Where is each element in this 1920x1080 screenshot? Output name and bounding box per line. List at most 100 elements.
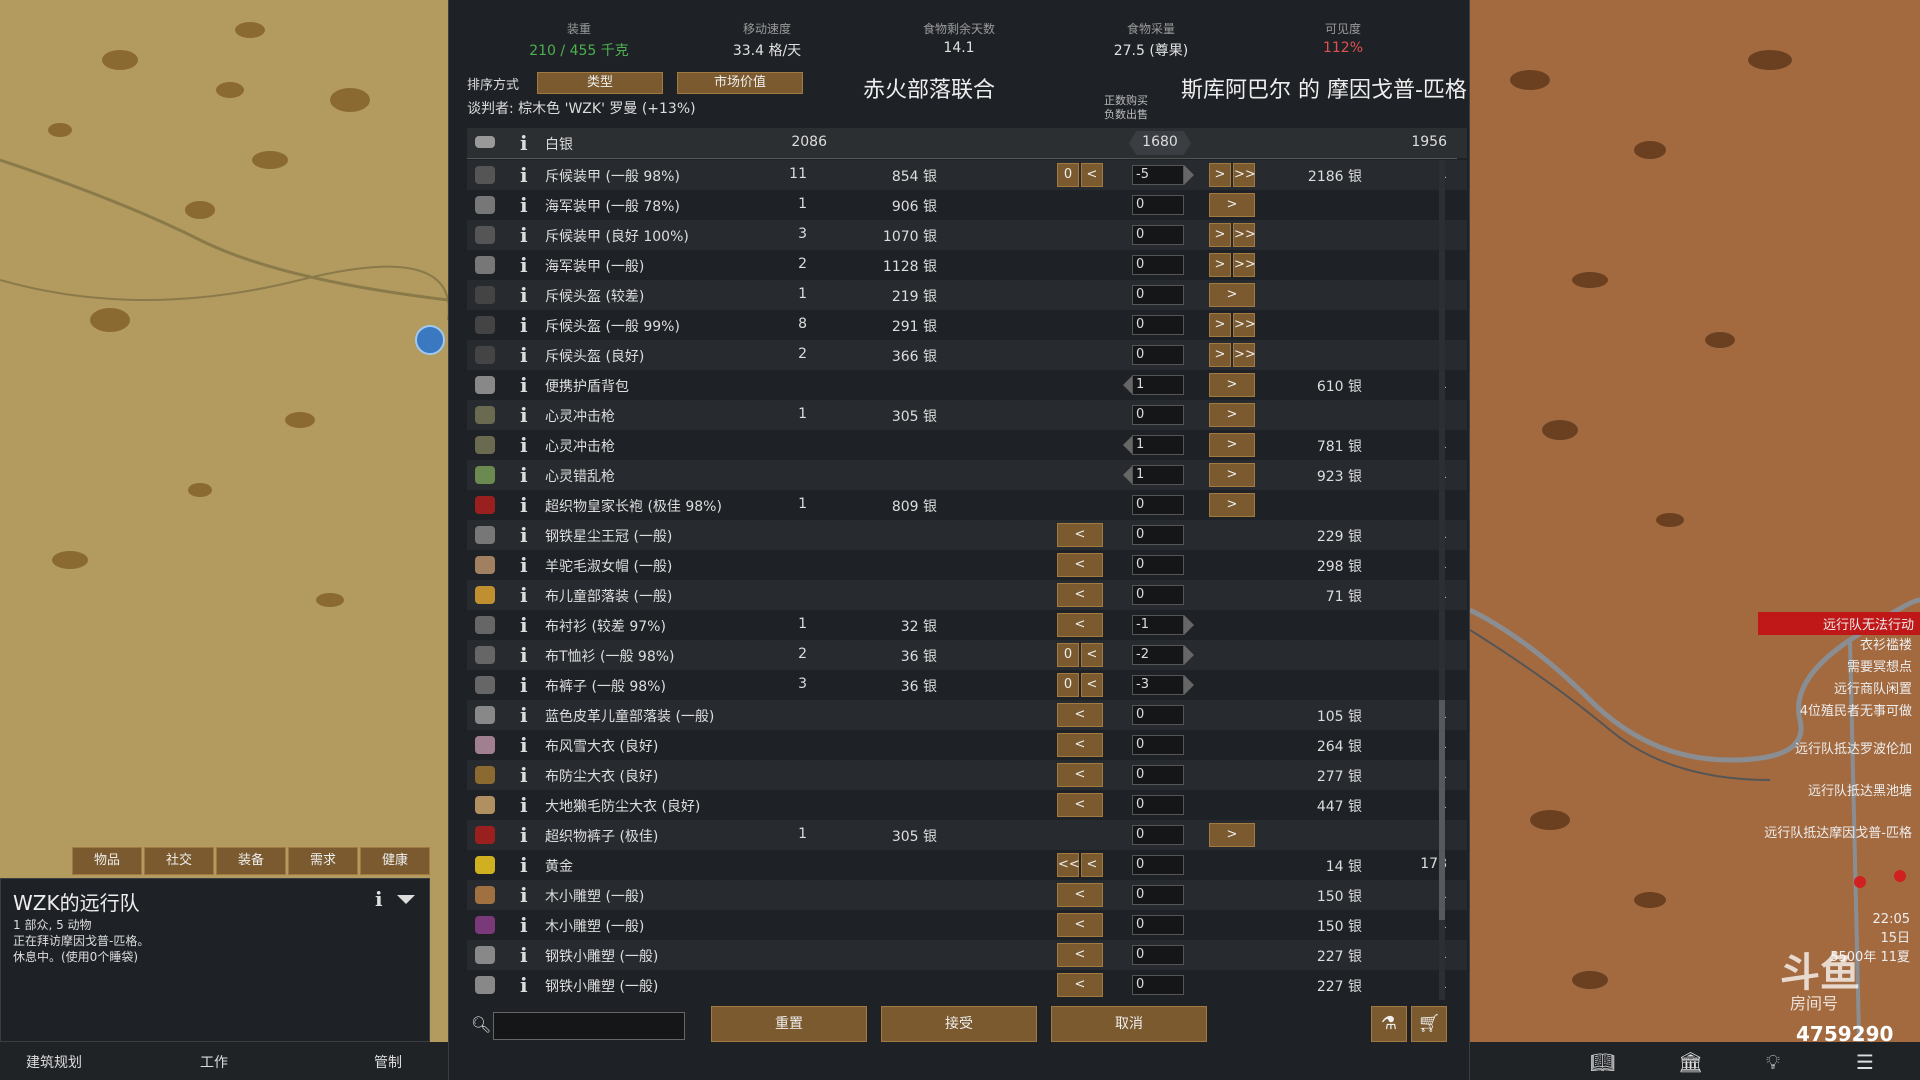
info-icon[interactable]: i	[520, 883, 528, 907]
trade-amount-input[interactable]: 0	[1132, 345, 1184, 365]
info-icon[interactable]: i	[520, 463, 528, 487]
menu-icon[interactable]: ☰	[1856, 1050, 1874, 1074]
buy-all-button[interactable]: >>	[1233, 163, 1256, 187]
alert-item[interactable]: 远行队抵达黑池塘	[1808, 780, 1912, 799]
architect-button[interactable]: 建筑规划	[26, 1052, 82, 1072]
alert-item[interactable]: 需要冥想点	[1847, 656, 1912, 675]
sell-one-button[interactable]: <	[1057, 973, 1103, 997]
trade-amount-input[interactable]: -2	[1132, 645, 1184, 665]
info-icon[interactable]: i	[520, 313, 528, 337]
restrict-button[interactable]: 管制	[374, 1052, 402, 1072]
alert-item[interactable]: 远行队抵达摩因戈普-匹格	[1764, 822, 1912, 841]
trade-amount-input[interactable]: 0	[1132, 525, 1184, 545]
info-icon[interactable]: i	[520, 613, 528, 637]
info-icon[interactable]: i	[520, 343, 528, 367]
sell-one-button[interactable]: <	[1057, 943, 1103, 967]
info-icon[interactable]: i	[520, 493, 528, 517]
trade-amount-input[interactable]: 1	[1132, 375, 1184, 395]
buy-one-button[interactable]: >	[1209, 373, 1255, 397]
info-icon[interactable]: i	[520, 733, 528, 757]
trade-amount-input[interactable]: 0	[1132, 975, 1184, 995]
info-icon[interactable]: i	[520, 253, 528, 277]
trade-amount-input[interactable]: 0	[1132, 885, 1184, 905]
sort-by-market-value-button[interactable]: 市场价值	[677, 72, 803, 94]
buy-all-button[interactable]: >>	[1233, 313, 1256, 337]
trade-amount-input[interactable]: 0	[1132, 555, 1184, 575]
info-icon[interactable]: i	[520, 583, 528, 607]
sell-one-button[interactable]: <	[1081, 673, 1103, 697]
accept-button[interactable]: 接受	[881, 1006, 1037, 1042]
sell-one-button[interactable]: <	[1081, 853, 1103, 877]
trade-amount-input[interactable]: 0	[1132, 495, 1184, 515]
info-icon[interactable]: i	[520, 523, 528, 547]
sell-one-button[interactable]: <	[1057, 883, 1103, 907]
trade-amount-input[interactable]: 0	[1132, 585, 1184, 605]
info-icon[interactable]: i	[520, 223, 528, 247]
trade-amount-input[interactable]: 0	[1132, 405, 1184, 425]
buy-one-button[interactable]: >	[1209, 223, 1231, 247]
buy-one-button[interactable]: >	[1209, 163, 1231, 187]
sort-by-type-button[interactable]: 类型	[537, 72, 663, 94]
sell-all-button[interactable]: 0	[1057, 673, 1079, 697]
tab-needs[interactable]: 需求	[288, 847, 358, 875]
tab-health[interactable]: 健康	[360, 847, 430, 875]
info-icon[interactable]: i	[520, 763, 528, 787]
sell-one-button[interactable]: <	[1081, 163, 1103, 187]
info-icon[interactable]: i	[520, 913, 528, 937]
info-icon[interactable]: i	[520, 433, 528, 457]
sell-one-button[interactable]: <	[1057, 583, 1103, 607]
trade-amount-input[interactable]: 0	[1132, 945, 1184, 965]
sell-one-button[interactable]: <	[1057, 523, 1103, 547]
alert-item[interactable]: 远行队抵达罗波伦加	[1795, 738, 1912, 757]
sell-one-button[interactable]: <	[1057, 733, 1103, 757]
sell-one-button[interactable]: <	[1057, 763, 1103, 787]
buy-all-button[interactable]: >>	[1233, 253, 1256, 277]
tab-gear[interactable]: 装备	[216, 847, 286, 875]
trade-amount-input[interactable]: 0	[1132, 225, 1184, 245]
info-icon[interactable]: i	[520, 703, 528, 727]
buy-all-button[interactable]: >>	[1233, 223, 1256, 247]
info-icon[interactable]: i	[520, 163, 528, 187]
sell-one-button[interactable]: <	[1057, 703, 1103, 727]
sell-one-button[interactable]: <	[1057, 613, 1103, 637]
info-icon[interactable]: i	[520, 131, 528, 155]
scrollbar-thumb[interactable]	[1439, 700, 1445, 920]
sell-one-button[interactable]: <	[1057, 913, 1103, 937]
info-icon[interactable]: i	[520, 553, 528, 577]
trade-amount-input[interactable]: -3	[1132, 675, 1184, 695]
info-icon[interactable]: i	[375, 887, 383, 911]
trade-amount-input[interactable]: 0	[1132, 765, 1184, 785]
info-icon[interactable]: i	[520, 673, 528, 697]
tab-items[interactable]: 物品	[72, 847, 142, 875]
trade-amount-input[interactable]: 0	[1132, 315, 1184, 335]
trade-amount-input[interactable]: 1	[1132, 465, 1184, 485]
trade-amount-input[interactable]: 0	[1132, 195, 1184, 215]
alert-item[interactable]: 远行商队闲置	[1834, 678, 1912, 697]
trade-amount-input[interactable]: 1	[1132, 435, 1184, 455]
buy-one-button[interactable]: >	[1209, 193, 1255, 217]
buy-one-button[interactable]: >	[1209, 823, 1255, 847]
info-icon[interactable]: i	[520, 973, 528, 997]
trade-amount-input[interactable]: 0	[1132, 795, 1184, 815]
info-icon[interactable]: i	[520, 943, 528, 967]
sell-all-button[interactable]: 0	[1057, 643, 1079, 667]
sell-all-button[interactable]: <<	[1057, 853, 1080, 877]
info-icon[interactable]: i	[520, 793, 528, 817]
buy-one-button[interactable]: >	[1209, 313, 1231, 337]
cart-icon[interactable]: 🛒︎	[1411, 1006, 1447, 1042]
info-icon[interactable]: i	[520, 823, 528, 847]
search-input[interactable]	[493, 1012, 685, 1040]
reset-button[interactable]: 重置	[711, 1006, 867, 1042]
collapse-icon[interactable]	[397, 895, 415, 904]
tab-social[interactable]: 社交	[144, 847, 214, 875]
buy-one-button[interactable]: >	[1209, 493, 1255, 517]
trade-amount-input[interactable]: 0	[1132, 735, 1184, 755]
buy-one-button[interactable]: >	[1209, 283, 1255, 307]
info-icon[interactable]: i	[520, 193, 528, 217]
sell-one-button[interactable]: <	[1081, 643, 1103, 667]
buy-one-button[interactable]: >	[1209, 343, 1231, 367]
ideas-icon[interactable]: 💡︎	[1766, 1050, 1780, 1074]
buy-one-button[interactable]: >	[1209, 403, 1255, 427]
buy-one-button[interactable]: >	[1209, 433, 1255, 457]
trade-amount-input[interactable]: 0	[1132, 255, 1184, 275]
